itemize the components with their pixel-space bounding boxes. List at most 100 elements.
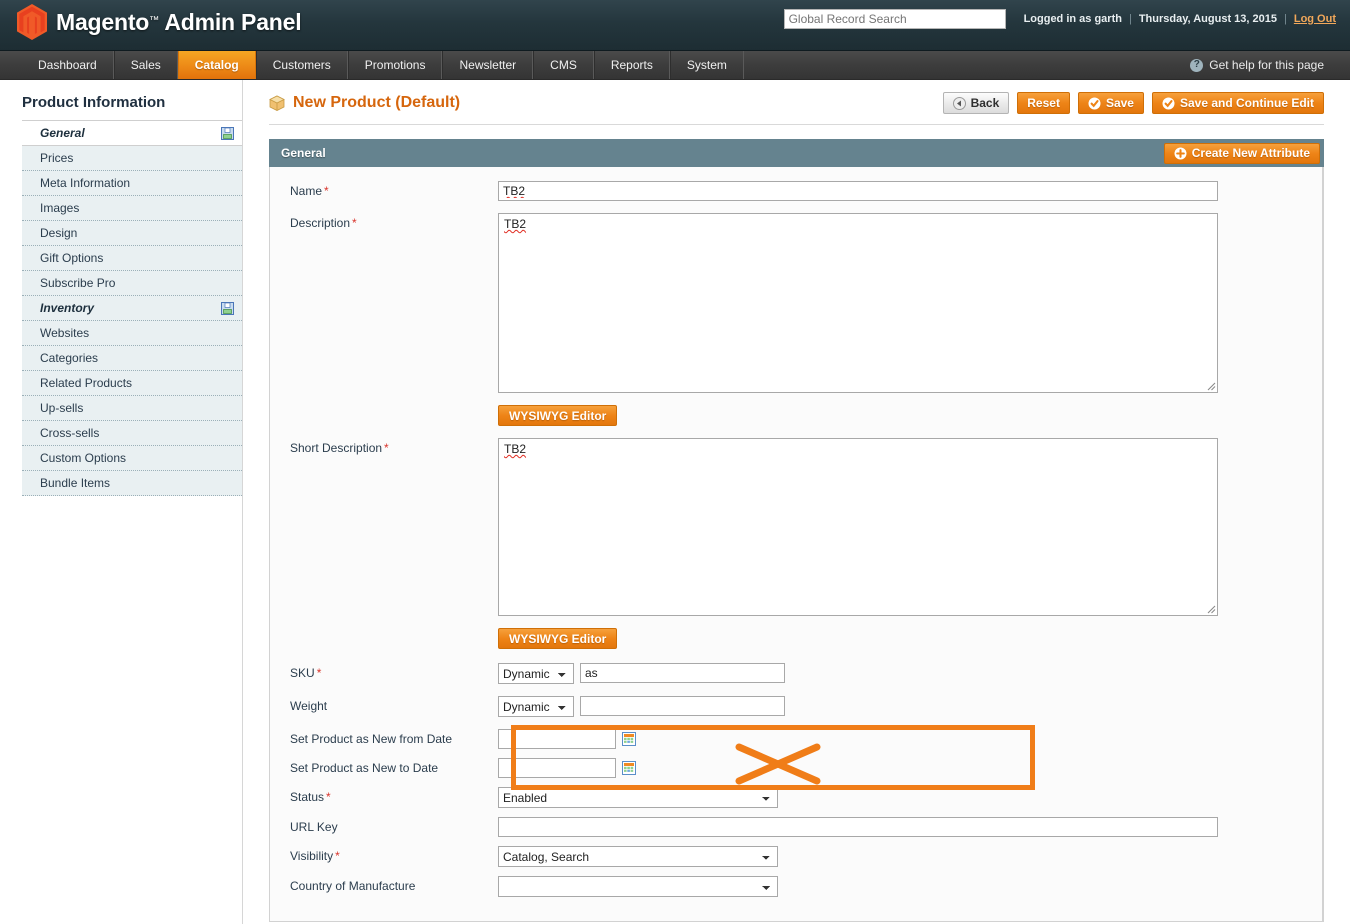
sidebar-item-label: Gift Options: [40, 251, 104, 265]
sidebar-item-label: Bundle Items: [40, 476, 111, 490]
nav-item-dashboard[interactable]: Dashboard: [22, 51, 114, 79]
sidebar-item-label: Cross-sells: [40, 426, 100, 440]
nav-item-customers[interactable]: Customers: [255, 51, 348, 79]
logout-link[interactable]: Log Out: [1294, 13, 1336, 25]
nav-item-catalog[interactable]: Catalog: [177, 51, 256, 79]
sidebar-item-cross-sells[interactable]: Cross-sells: [22, 421, 242, 446]
get-help-link[interactable]: ? Get help for this page: [1190, 51, 1324, 79]
required-marker: *: [326, 790, 331, 804]
save-button[interactable]: Save: [1077, 92, 1144, 114]
sidebar-item-bundle-items[interactable]: Bundle Items: [22, 471, 242, 496]
sku-control: Dynamic: [498, 663, 1323, 684]
content-header: New Product (Default) Back Reset Save Sa…: [269, 92, 1324, 125]
required-marker: *: [316, 666, 322, 680]
sidebar-item-images[interactable]: Images: [22, 196, 242, 221]
short-description-textarea[interactable]: TB2: [498, 438, 1218, 616]
sidebar-item-label: Up-sells: [40, 401, 84, 415]
nav-item-reports[interactable]: Reports: [593, 51, 670, 79]
nav-item-list: Dashboard Sales Catalog Customers Promot…: [22, 51, 744, 79]
sidebar-item-label: Prices: [40, 151, 74, 165]
header-right-group: Logged in as garth | Thursday, August 13…: [783, 9, 1336, 29]
field-row-short-description: Short Description* TB2 [STORE VIEW]: [270, 438, 1323, 616]
nav-item-promotions[interactable]: Promotions: [347, 51, 443, 79]
nav-item-sales[interactable]: Sales: [113, 51, 178, 79]
sidebar-item-label: Inventory: [40, 301, 95, 315]
required-marker: *: [384, 441, 389, 455]
name-label-text: Name: [290, 184, 323, 198]
news-to-date-input[interactable]: [498, 758, 616, 778]
brand-logo[interactable]: Magento™ Admin Panel: [16, 4, 302, 40]
general-form: Name* [STORE VIEW] Description* TB2: [269, 167, 1324, 922]
sidebar-item-categories[interactable]: Categories: [22, 346, 242, 371]
sidebar-item-prices[interactable]: Prices: [22, 146, 242, 171]
wysiwyg-editor-button-description[interactable]: WYSIWYG Editor: [498, 405, 618, 426]
back-button[interactable]: Back: [942, 92, 1010, 114]
sku-label: SKU *: [290, 663, 498, 680]
sku-input[interactable]: [580, 663, 785, 683]
brand-title: Magento™ Admin Panel: [56, 8, 302, 36]
sidebar-item-websites[interactable]: Websites: [22, 321, 242, 346]
country-of-manufacture-select[interactable]: [498, 876, 778, 897]
brand-tm: ™: [149, 14, 159, 26]
short-description-control: TB2: [498, 438, 1323, 616]
calendar-icon[interactable]: [622, 732, 636, 746]
visibility-select[interactable]: Catalog, Search: [498, 846, 778, 867]
save-and-continue-label: Save and Continue Edit: [1179, 96, 1314, 110]
nav-item-newsletter[interactable]: Newsletter: [442, 51, 534, 79]
sidebar-item-label: Related Products: [40, 376, 133, 390]
sidebar-item-gift-options[interactable]: Gift Options: [22, 246, 242, 271]
status-select[interactable]: Enabled: [498, 787, 778, 808]
short-description-textarea-wrap: TB2: [498, 438, 1218, 616]
calendar-icon[interactable]: [622, 761, 636, 775]
news-from-control: [498, 729, 1323, 749]
sidebar-item-up-sells[interactable]: Up-sells: [22, 396, 242, 421]
url-key-input[interactable]: [498, 817, 1218, 837]
check-circle-icon: [1088, 97, 1101, 109]
sidebar-item-subscribe-pro[interactable]: Subscribe Pro: [22, 271, 242, 296]
field-row-name: Name* [STORE VIEW]: [270, 181, 1323, 201]
sku-mode-select[interactable]: Dynamic: [498, 663, 574, 684]
nav-item-system[interactable]: System: [669, 51, 744, 79]
sidebar-item-design[interactable]: Design: [22, 221, 242, 246]
form-right-divider: [1322, 167, 1323, 921]
required-marker: *: [352, 216, 357, 230]
description-textarea[interactable]: TB2: [498, 213, 1218, 393]
status-control: Enabled: [498, 787, 1323, 808]
magento-logo-icon: [17, 4, 47, 40]
short-description-label: Short Description *: [290, 438, 498, 455]
sidebar-item-meta-information[interactable]: Meta Information: [22, 171, 242, 196]
visibility-control: Catalog, Search: [498, 846, 1323, 867]
page-body: Product Information General Prices Meta …: [0, 80, 1350, 924]
wysiwyg-editor-button-short-description[interactable]: WYSIWYG Editor: [498, 628, 618, 649]
sidebar-item-label: Images: [40, 201, 80, 215]
reset-button[interactable]: Reset: [1017, 92, 1070, 114]
news-from-date-input[interactable]: [498, 729, 616, 749]
country-label: Country of Manufacture: [290, 876, 498, 893]
url-key-label: URL Key: [290, 817, 498, 834]
field-row-visibility: Visibility* Catalog, Search [STORE VIEW]: [270, 846, 1323, 867]
sidebar-item-related-products[interactable]: Related Products: [22, 371, 242, 396]
back-arrow-icon: [952, 96, 966, 110]
sidebar-item-custom-options[interactable]: Custom Options: [22, 446, 242, 471]
sidebar-item-inventory[interactable]: Inventory: [22, 296, 242, 321]
nav-item-cms[interactable]: CMS: [533, 51, 594, 79]
brand-sub: Admin Panel: [164, 8, 302, 35]
status-label-text: Status: [290, 790, 325, 804]
description-wysiwyg-row: WYSIWYG Editor: [270, 405, 1323, 426]
sidebar-title: Product Information: [22, 94, 166, 111]
wysiwyg-label: WYSIWYG Editor: [509, 631, 607, 646]
global-search-input[interactable]: [783, 9, 1006, 29]
name-input[interactable]: [498, 181, 1218, 201]
short-description-wysiwyg-row: WYSIWYG Editor: [270, 628, 1323, 649]
sidebar-item-label: Categories: [40, 351, 99, 365]
name-label: Name *: [290, 181, 498, 198]
save-and-continue-edit-button[interactable]: Save and Continue Edit: [1151, 92, 1324, 114]
create-new-attribute-button[interactable]: Create New Attribute: [1163, 142, 1320, 164]
save-disk-icon: [221, 126, 234, 140]
save-disk-icon: [221, 301, 234, 315]
weight-input[interactable]: [580, 696, 785, 716]
sidebar-item-general[interactable]: General: [22, 121, 242, 146]
page-title-label: New Product (Default): [293, 94, 461, 111]
weight-mode-select[interactable]: Dynamic: [498, 696, 574, 717]
